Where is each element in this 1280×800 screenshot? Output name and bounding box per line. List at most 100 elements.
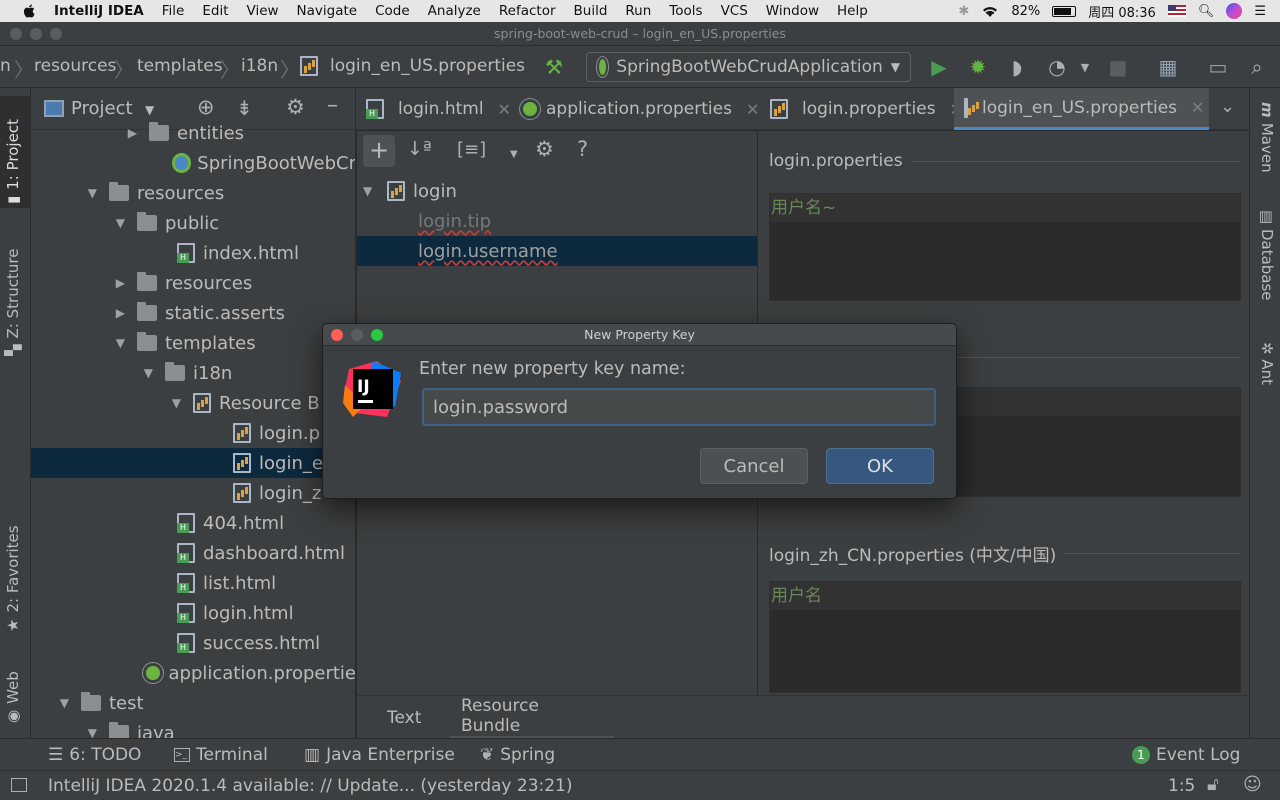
close-tab-icon[interactable]: ✕ (746, 100, 759, 119)
tree-item-spring-app-class[interactable]: SpringBootWebCr (31, 148, 355, 178)
tree-item-resources[interactable]: ▼ resources (31, 178, 355, 208)
presentation-icon[interactable]: ▭ (1205, 54, 1231, 80)
debug-icon[interactable]: ✹ (965, 54, 991, 80)
tool-window-todo[interactable]: ☰ 6: TODO (48, 745, 141, 765)
us-flag-icon[interactable] (1167, 5, 1186, 17)
tree-item-resources-sub[interactable]: ▶ resources (31, 268, 355, 298)
breadcrumb-item[interactable]: i18n (241, 56, 278, 76)
clock[interactable]: 周四 08:36 (1088, 2, 1156, 21)
gear-icon[interactable]: ⚙ (286, 95, 305, 119)
dialog-zoom-button[interactable] (371, 329, 383, 341)
tool-tab-favorites[interactable]: ★ 2: Favorites (4, 525, 22, 632)
run-configuration-selector[interactable]: SpringBootWebCrudApplication ▼ (586, 52, 911, 82)
property-key-row-selected[interactable]: login.username (357, 236, 757, 266)
tool-tab-web[interactable]: ◉ Web (4, 671, 22, 723)
breadcrumb-item[interactable]: templates (137, 56, 223, 76)
dialog-minimize-button[interactable] (351, 329, 363, 341)
project-structure-icon[interactable]: ▦ (1155, 54, 1181, 80)
breadcrumb-item[interactable]: n (0, 56, 11, 76)
tree-item-login-html[interactable]: login.html (31, 598, 355, 628)
tool-window-event-log[interactable]: 1 Event Log (1132, 745, 1240, 765)
search-everywhere-icon[interactable]: ⌕ (1244, 54, 1270, 80)
menu-help[interactable]: Help (828, 3, 877, 19)
tree-item-dashboard-html[interactable]: dashboard.html (31, 538, 355, 568)
lock-icon[interactable]: 🔓︎ (1207, 774, 1219, 795)
menu-run[interactable]: Run (616, 3, 660, 19)
profile-dropdown-icon[interactable]: ▼ (1072, 54, 1098, 80)
value-editor[interactable]: 用户名~ (769, 193, 1241, 301)
close-tab-icon[interactable]: ✕ (1191, 98, 1204, 117)
menu-refactor[interactable]: Refactor (490, 3, 565, 19)
close-tab-icon[interactable]: ✕ (498, 100, 511, 119)
tool-tab-database[interactable]: ▤ Database (1258, 210, 1276, 301)
tab-text-view[interactable]: Text (375, 696, 433, 739)
tree-item-success-html[interactable]: success.html (31, 628, 355, 658)
tab-application-properties[interactable]: application.properties ✕ (514, 88, 765, 130)
project-panel-title[interactable]: Project (71, 98, 133, 119)
tree-item-i18n[interactable]: ▼ i18n (31, 358, 355, 388)
tree-item-login-zh-cn-properties[interactable]: login_z (31, 478, 355, 508)
menu-analyze[interactable]: Analyze (419, 3, 490, 19)
menu-edit[interactable]: Edit (193, 3, 237, 19)
status-message[interactable]: IntelliJ IDEA 2020.1.4 available: // Upd… (48, 776, 573, 796)
menu-window[interactable]: Window (757, 3, 828, 19)
menu-code[interactable]: Code (366, 3, 419, 19)
tree-item-entities[interactable]: ▶ entities (31, 118, 355, 148)
coverage-icon[interactable]: ◗ (1004, 54, 1030, 80)
sort-alphabetically-icon[interactable]: ↓ª (407, 138, 432, 160)
caret-position[interactable]: 1:5 (1168, 776, 1195, 796)
tree-item-static-asserts[interactable]: ▶ static.asserts (31, 298, 355, 328)
menu-view[interactable]: View (238, 3, 288, 19)
tree-item-test[interactable]: ▼ test (31, 688, 355, 718)
tree-item-index-html[interactable]: index.html (31, 238, 355, 268)
menu-app-name[interactable]: IntelliJ IDEA (54, 3, 153, 19)
menu-build[interactable]: Build (565, 3, 617, 19)
tree-item-login-en-us-properties[interactable]: login_e (31, 448, 355, 478)
tree-item-templates[interactable]: ▼ templates (31, 328, 355, 358)
tree-item-application-properties[interactable]: application.propertie (31, 658, 355, 688)
collapse-all-icon[interactable]: ⇟ (236, 96, 253, 120)
tree-item-404-html[interactable]: 404.html (31, 508, 355, 538)
run-icon[interactable]: ▶ (926, 54, 952, 80)
help-icon[interactable]: ? (577, 137, 588, 161)
dropdown-icon[interactable]: ▼ (510, 149, 518, 160)
tab-login-en-us-properties[interactable]: login_en_US.properties ✕ (954, 88, 1209, 130)
apple-icon[interactable] (20, 4, 38, 18)
tree-item-login-properties[interactable]: login.p (31, 418, 355, 448)
battery-icon[interactable] (1052, 5, 1077, 17)
tool-tab-maven[interactable]: m Maven (1258, 102, 1276, 173)
build-hammer-icon[interactable]: ⚒ (541, 54, 567, 80)
siri-icon[interactable] (1226, 3, 1243, 19)
chevron-down-icon[interactable]: ▼ (145, 103, 154, 117)
menu-navigate[interactable]: Navigate (288, 3, 367, 19)
cancel-button[interactable]: Cancel (700, 448, 808, 484)
menu-file[interactable]: File (153, 3, 194, 19)
hide-panel-icon[interactable]: – (327, 93, 338, 118)
tab-login-html[interactable]: login.html ✕ (360, 88, 517, 130)
tool-tab-project[interactable]: ▮ 1: Project (4, 119, 22, 204)
profile-icon[interactable]: ◔ (1044, 54, 1070, 80)
notification-center-icon[interactable]: ☰ (1254, 4, 1266, 19)
tool-tab-ant[interactable]: ✲ Ant (1258, 342, 1276, 385)
toggle-tool-windows-icon[interactable] (11, 778, 27, 792)
tree-item-public[interactable]: ▼ public (31, 208, 355, 238)
stop-icon[interactable]: ■ (1105, 54, 1131, 80)
breadcrumb-current-file[interactable]: login_en_US.properties (300, 56, 525, 76)
bluetooth-icon[interactable]: ✱ (958, 4, 969, 19)
tool-window-java-enterprise[interactable]: ▥ Java Enterprise (304, 745, 455, 765)
tool-window-terminal[interactable]: >_ Terminal (174, 745, 268, 765)
menu-vcs[interactable]: VCS (712, 3, 757, 19)
tool-tab-structure[interactable]: ▚ Z: Structure (4, 249, 22, 356)
tool-window-spring[interactable]: ❦ Spring (480, 745, 555, 765)
locate-file-icon[interactable]: ⊕ (197, 95, 215, 119)
tree-item-resource-bundle[interactable]: ▼ Resource B (31, 388, 355, 418)
tree-item-list-html[interactable]: list.html (31, 568, 355, 598)
gear-icon[interactable]: ⚙ (535, 137, 554, 161)
tab-resource-bundle-view[interactable]: Resource Bundle (449, 696, 614, 739)
menu-tools[interactable]: Tools (660, 3, 711, 19)
property-key-input[interactable] (422, 388, 936, 426)
add-property-button[interactable]: + (363, 135, 395, 167)
breadcrumb-item[interactable]: resources (34, 56, 116, 76)
tab-list-chevron-icon[interactable]: ⌄ (1220, 96, 1235, 117)
tree-item-java[interactable]: ▼ java (31, 718, 355, 738)
